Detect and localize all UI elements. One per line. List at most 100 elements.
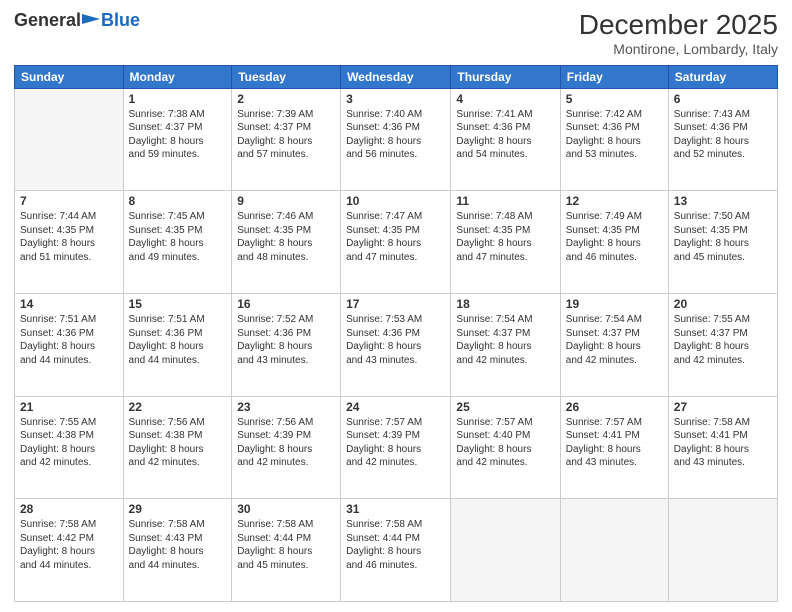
- calendar-cell: [451, 499, 560, 602]
- day-number: 26: [566, 400, 663, 414]
- calendar-week-row: 7 Sunrise: 7:44 AM Sunset: 4:35 PM Daylig…: [15, 191, 778, 294]
- day-number: 4: [456, 92, 554, 106]
- day-number: 27: [674, 400, 772, 414]
- day-info: Sunrise: 7:57 AM Sunset: 4:41 PM Dayligh…: [566, 416, 663, 470]
- day-number: 7: [20, 194, 118, 208]
- day-number: 11: [456, 194, 554, 208]
- calendar-cell: 8Sunrise: 7:45 AM Sunset: 4:35 PM Daylig…: [123, 191, 232, 294]
- day-info: Sunrise: 7:44 AM Sunset: 4:35 PM Dayligh…: [20, 210, 118, 264]
- day-number: 5: [566, 92, 663, 106]
- day-number: 6: [674, 92, 772, 106]
- day-number: 15: [129, 297, 227, 311]
- calendar-cell: 21Sunrise: 7:55 AM Sunset: 4:38 PM Dayli…: [15, 396, 124, 499]
- day-number: 17: [346, 297, 445, 311]
- day-number: 31: [346, 502, 445, 516]
- day-info: Sunrise: 7:42 AM Sunset: 4:36 PM Dayligh…: [566, 108, 663, 162]
- calendar-cell: 1 Sunrise: 7:38 AM Sunset: 4:37 PM Daylig…: [123, 88, 232, 191]
- day-number: 24: [346, 400, 445, 414]
- calendar-cell: 6 Sunrise: 7:43 AM Sunset: 4:36 PM Daylig…: [668, 88, 777, 191]
- day-number: 16: [237, 297, 335, 311]
- day-info: Sunrise: 7:43 AM Sunset: 4:36 PM Dayligh…: [674, 108, 772, 162]
- day-number: 12: [566, 194, 663, 208]
- day-number: 22: [129, 400, 227, 414]
- day-info: Sunrise: 7:50 AM Sunset: 4:35 PM Dayligh…: [674, 210, 772, 264]
- day-info: Sunrise: 7:54 AM Sunset: 4:37 PM Dayligh…: [456, 313, 554, 367]
- day-info: Sunrise: 7:56 AM Sunset: 4:39 PM Dayligh…: [237, 416, 335, 470]
- day-number: 23: [237, 400, 335, 414]
- day-info: Sunrise: 7:52 AM Sunset: 4:36 PM Dayligh…: [237, 313, 335, 367]
- calendar-cell: 23 Sunrise: 7:56 AM Sunset: 4:39 PM Dayli…: [232, 396, 341, 499]
- day-number: 28: [20, 502, 118, 516]
- day-number: 13: [674, 194, 772, 208]
- weekday-header-thursday: Thursday: [451, 65, 560, 88]
- calendar-week-row: 28 Sunrise: 7:58 AM Sunset: 4:42 PM Dayli…: [15, 499, 778, 602]
- calendar-cell: 4 Sunrise: 7:41 AM Sunset: 4:36 PM Daylig…: [451, 88, 560, 191]
- month-title: December 2025: [579, 10, 778, 41]
- calendar-cell: 20Sunrise: 7:55 AM Sunset: 4:37 PM Dayli…: [668, 294, 777, 397]
- title-block: December 2025 Montirone, Lombardy, Italy: [579, 10, 778, 57]
- day-number: 18: [456, 297, 554, 311]
- weekday-header-friday: Friday: [560, 65, 668, 88]
- day-number: 3: [346, 92, 445, 106]
- day-info: Sunrise: 7:51 AM Sunset: 4:36 PM Dayligh…: [20, 313, 118, 367]
- weekday-header-tuesday: Tuesday: [232, 65, 341, 88]
- day-number: 25: [456, 400, 554, 414]
- calendar-week-row: 1 Sunrise: 7:38 AM Sunset: 4:37 PM Daylig…: [15, 88, 778, 191]
- calendar-cell: 10Sunrise: 7:47 AM Sunset: 4:35 PM Dayli…: [341, 191, 451, 294]
- day-number: 20: [674, 297, 772, 311]
- day-info: Sunrise: 7:57 AM Sunset: 4:40 PM Dayligh…: [456, 416, 554, 470]
- calendar-cell: 24Sunrise: 7:57 AM Sunset: 4:39 PM Dayli…: [341, 396, 451, 499]
- day-info: Sunrise: 7:49 AM Sunset: 4:35 PM Dayligh…: [566, 210, 663, 264]
- logo-flag-icon: [82, 14, 100, 28]
- calendar-cell: [15, 88, 124, 191]
- day-info: Sunrise: 7:58 AM Sunset: 4:44 PM Dayligh…: [346, 518, 445, 572]
- day-info: Sunrise: 7:55 AM Sunset: 4:38 PM Dayligh…: [20, 416, 118, 470]
- calendar-cell: 13 Sunrise: 7:50 AM Sunset: 4:35 PM Dayli…: [668, 191, 777, 294]
- calendar-week-row: 14 Sunrise: 7:51 AM Sunset: 4:36 PM Dayli…: [15, 294, 778, 397]
- day-info: Sunrise: 7:53 AM Sunset: 4:36 PM Dayligh…: [346, 313, 445, 367]
- page-container: General Blue December 2025 Montirone, Lo…: [0, 0, 792, 612]
- day-number: 10: [346, 194, 445, 208]
- weekday-header-monday: Monday: [123, 65, 232, 88]
- logo-blue: Blue: [101, 10, 140, 31]
- day-number: 29: [129, 502, 227, 516]
- day-number: 9: [237, 194, 335, 208]
- weekday-header-saturday: Saturday: [668, 65, 777, 88]
- day-info: Sunrise: 7:51 AM Sunset: 4:36 PM Dayligh…: [129, 313, 227, 367]
- calendar-header-row: SundayMondayTuesdayWednesdayThursdayFrid…: [15, 65, 778, 88]
- day-info: Sunrise: 7:38 AM Sunset: 4:37 PM Dayligh…: [129, 108, 227, 162]
- calendar-cell: 7 Sunrise: 7:44 AM Sunset: 4:35 PM Daylig…: [15, 191, 124, 294]
- logo: General Blue: [14, 10, 140, 31]
- calendar-week-row: 21Sunrise: 7:55 AM Sunset: 4:38 PM Dayli…: [15, 396, 778, 499]
- day-info: Sunrise: 7:41 AM Sunset: 4:36 PM Dayligh…: [456, 108, 554, 162]
- calendar-cell: 15 Sunrise: 7:51 AM Sunset: 4:36 PM Dayli…: [123, 294, 232, 397]
- day-info: Sunrise: 7:58 AM Sunset: 4:43 PM Dayligh…: [129, 518, 227, 572]
- calendar-cell: 5 Sunrise: 7:42 AM Sunset: 4:36 PM Daylig…: [560, 88, 668, 191]
- calendar-cell: [668, 499, 777, 602]
- day-info: Sunrise: 7:40 AM Sunset: 4:36 PM Dayligh…: [346, 108, 445, 162]
- day-number: 1: [129, 92, 227, 106]
- day-info: Sunrise: 7:58 AM Sunset: 4:44 PM Dayligh…: [237, 518, 335, 572]
- calendar-cell: 14 Sunrise: 7:51 AM Sunset: 4:36 PM Dayli…: [15, 294, 124, 397]
- calendar-cell: 31 Sunrise: 7:58 AM Sunset: 4:44 PM Dayli…: [341, 499, 451, 602]
- day-info: Sunrise: 7:58 AM Sunset: 4:42 PM Dayligh…: [20, 518, 118, 572]
- day-info: Sunrise: 7:56 AM Sunset: 4:38 PM Dayligh…: [129, 416, 227, 470]
- day-number: 2: [237, 92, 335, 106]
- calendar-cell: 27Sunrise: 7:58 AM Sunset: 4:41 PM Dayli…: [668, 396, 777, 499]
- day-number: 8: [129, 194, 227, 208]
- logo-general: General: [14, 10, 81, 31]
- calendar-cell: 2 Sunrise: 7:39 AM Sunset: 4:37 PM Daylig…: [232, 88, 341, 191]
- calendar-cell: 12 Sunrise: 7:49 AM Sunset: 4:35 PM Dayli…: [560, 191, 668, 294]
- day-number: 19: [566, 297, 663, 311]
- day-number: 14: [20, 297, 118, 311]
- calendar-cell: 17 Sunrise: 7:53 AM Sunset: 4:36 PM Dayli…: [341, 294, 451, 397]
- day-info: Sunrise: 7:46 AM Sunset: 4:35 PM Dayligh…: [237, 210, 335, 264]
- calendar-cell: 22 Sunrise: 7:56 AM Sunset: 4:38 PM Dayli…: [123, 396, 232, 499]
- calendar-cell: 3 Sunrise: 7:40 AM Sunset: 4:36 PM Daylig…: [341, 88, 451, 191]
- calendar-cell: 28 Sunrise: 7:58 AM Sunset: 4:42 PM Dayli…: [15, 499, 124, 602]
- calendar-cell: 26 Sunrise: 7:57 AM Sunset: 4:41 PM Dayli…: [560, 396, 668, 499]
- calendar-cell: 29 Sunrise: 7:58 AM Sunset: 4:43 PM Dayli…: [123, 499, 232, 602]
- calendar-cell: 9 Sunrise: 7:46 AM Sunset: 4:35 PM Daylig…: [232, 191, 341, 294]
- logo-text: General Blue: [14, 10, 140, 31]
- day-info: Sunrise: 7:39 AM Sunset: 4:37 PM Dayligh…: [237, 108, 335, 162]
